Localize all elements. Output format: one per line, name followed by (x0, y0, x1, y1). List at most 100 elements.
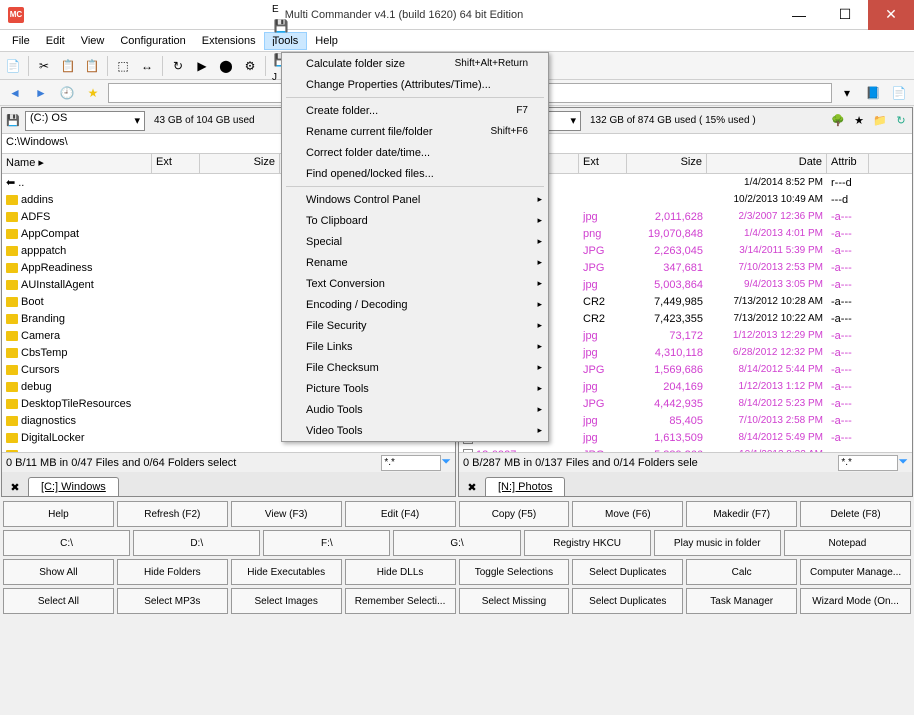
settings-icon[interactable]: ⚙ (239, 55, 261, 77)
cmd-button[interactable]: Delete (F8) (800, 501, 911, 527)
cmd-button[interactable]: D:\ (133, 530, 260, 556)
expand-icon[interactable]: ↔ (136, 55, 158, 77)
cmd-button[interactable]: View (F3) (231, 501, 342, 527)
menu-item[interactable]: File Links (282, 336, 548, 357)
tool2-icon[interactable]: 📄 (888, 82, 910, 104)
cmd-button[interactable]: Toggle Selections (459, 559, 570, 585)
menu-item[interactable]: To Clipboard (282, 210, 548, 231)
menu-item[interactable]: Rename current file/folderShift+F6 (282, 121, 548, 142)
back-icon[interactable]: ◄ (4, 82, 26, 104)
cmd-button[interactable]: Refresh (F2) (117, 501, 228, 527)
drive-I-icon[interactable]: 💾 (270, 15, 292, 37)
col-ext[interactable]: Ext (579, 154, 627, 173)
menu-item[interactable]: Video Tools (282, 420, 548, 441)
cmd-button[interactable]: Task Manager (686, 588, 797, 614)
cmd-button[interactable]: Show All (3, 559, 114, 585)
cmd-button[interactable]: C:\ (3, 530, 130, 556)
right-filter-input[interactable] (838, 455, 898, 471)
left-tab[interactable]: [C:] Windows (28, 477, 119, 496)
cmd-button[interactable]: Select Duplicates (572, 588, 683, 614)
stop-icon[interactable]: ⬤ (215, 55, 237, 77)
cmd-button[interactable]: G:\ (393, 530, 520, 556)
menu-configuration[interactable]: Configuration (112, 33, 193, 49)
file-row[interactable]: 12-0927JPG5,889,26610/1/2012 8:32 AM-a--… (459, 446, 912, 452)
funnel-icon[interactable]: ⏷ (898, 454, 908, 468)
cmd-button[interactable]: Wizard Mode (On... (800, 588, 911, 614)
menu-item[interactable]: File Security (282, 315, 548, 336)
close-tab-icon[interactable]: ✖ (463, 478, 481, 496)
cmd-button[interactable]: Hide DLLs (345, 559, 456, 585)
cmd-button[interactable]: F:\ (263, 530, 390, 556)
menu-help[interactable]: Help (307, 33, 346, 49)
close-button[interactable]: ✕ (868, 0, 914, 30)
favorites-icon[interactable]: ★ (82, 82, 104, 104)
cmd-button[interactable]: Play music in folder (654, 530, 781, 556)
cmd-button[interactable]: Hide Folders (117, 559, 228, 585)
cmd-button[interactable]: Select MP3s (117, 588, 228, 614)
cut-icon[interactable]: ✂ (33, 55, 55, 77)
new-icon[interactable]: 📄 (2, 55, 24, 77)
go-dropdown-icon[interactable]: ▾ (836, 82, 858, 104)
tool1-icon[interactable]: 📘 (862, 82, 884, 104)
minimize-button[interactable]: — (776, 0, 822, 30)
paste-icon[interactable]: 📋 (81, 55, 103, 77)
cmd-button[interactable]: Edit (F4) (345, 501, 456, 527)
menu-item[interactable]: Change Properties (Attributes/Time)... (282, 74, 548, 95)
menu-item[interactable]: Create folder...F7 (282, 100, 548, 121)
menu-file[interactable]: File (4, 33, 38, 49)
cmd-button[interactable]: Notepad (784, 530, 911, 556)
cmd-button[interactable]: Select Images (231, 588, 342, 614)
menu-extensions[interactable]: Extensions (194, 33, 264, 49)
col-attr[interactable]: Attrib (827, 154, 869, 173)
left-drive-select[interactable]: (C:) OS (25, 111, 145, 131)
menu-edit[interactable]: Edit (38, 33, 73, 49)
drive-E-icon[interactable]: 💾 (270, 0, 292, 3)
menu-item[interactable]: Audio Tools (282, 399, 548, 420)
cmd-button[interactable]: Calc (686, 559, 797, 585)
menu-item[interactable]: Correct folder date/time... (282, 142, 548, 163)
cmd-button[interactable]: Remember Selecti... (345, 588, 456, 614)
col-size[interactable]: Size (627, 154, 707, 173)
cmd-button[interactable]: Help (3, 501, 114, 527)
cmd-button[interactable]: Select All (3, 588, 114, 614)
folder-icon[interactable]: 📁 (871, 112, 889, 130)
close-tab-icon[interactable]: ✖ (6, 478, 24, 496)
history-icon[interactable]: 🕘 (56, 82, 78, 104)
menu-item[interactable]: Find opened/locked files... (282, 163, 548, 184)
cmd-button[interactable]: Makedir (F7) (686, 501, 797, 527)
menu-view[interactable]: View (73, 33, 113, 49)
menu-item[interactable]: Calculate folder sizeShift+Alt+Return (282, 53, 548, 74)
menu-item[interactable]: Text Conversion (282, 273, 548, 294)
tree-icon[interactable]: 🌳 (829, 112, 847, 130)
forward-icon[interactable]: ► (30, 82, 52, 104)
cmd-button[interactable]: Computer Manage... (800, 559, 911, 585)
menu-item[interactable]: Special (282, 231, 548, 252)
select-icon[interactable]: ⬚ (112, 55, 134, 77)
file-row[interactable]: en (2, 446, 455, 452)
folder-icon (6, 433, 18, 443)
menu-item[interactable]: Encoding / Decoding (282, 294, 548, 315)
funnel-icon[interactable]: ⏷ (441, 454, 451, 468)
menu-item[interactable]: Windows Control Panel (282, 189, 548, 210)
cmd-button[interactable]: Copy (F5) (459, 501, 570, 527)
cmd-button[interactable]: Hide Executables (231, 559, 342, 585)
star-icon[interactable]: ★ (850, 112, 868, 130)
refresh-panel-icon[interactable]: ↻ (892, 112, 910, 130)
col-size[interactable]: Size (200, 154, 280, 173)
cmd-button[interactable]: Select Duplicates (572, 559, 683, 585)
col-date[interactable]: Date (707, 154, 827, 173)
cmd-button[interactable]: Select Missing (459, 588, 570, 614)
col-ext[interactable]: Ext (152, 154, 200, 173)
menu-item[interactable]: Picture Tools (282, 378, 548, 399)
menu-item[interactable]: Rename (282, 252, 548, 273)
action-icon[interactable]: ▶ (191, 55, 213, 77)
left-filter-input[interactable] (381, 455, 441, 471)
menu-item[interactable]: File Checksum (282, 357, 548, 378)
refresh-icon[interactable]: ↻ (167, 55, 189, 77)
copy-icon[interactable]: 📋 (57, 55, 79, 77)
maximize-button[interactable]: ☐ (822, 0, 868, 30)
col-name[interactable]: Name ▸ (2, 154, 152, 173)
cmd-button[interactable]: Move (F6) (572, 501, 683, 527)
cmd-button[interactable]: Registry HKCU (524, 530, 651, 556)
right-tab[interactable]: [N:] Photos (485, 477, 565, 496)
